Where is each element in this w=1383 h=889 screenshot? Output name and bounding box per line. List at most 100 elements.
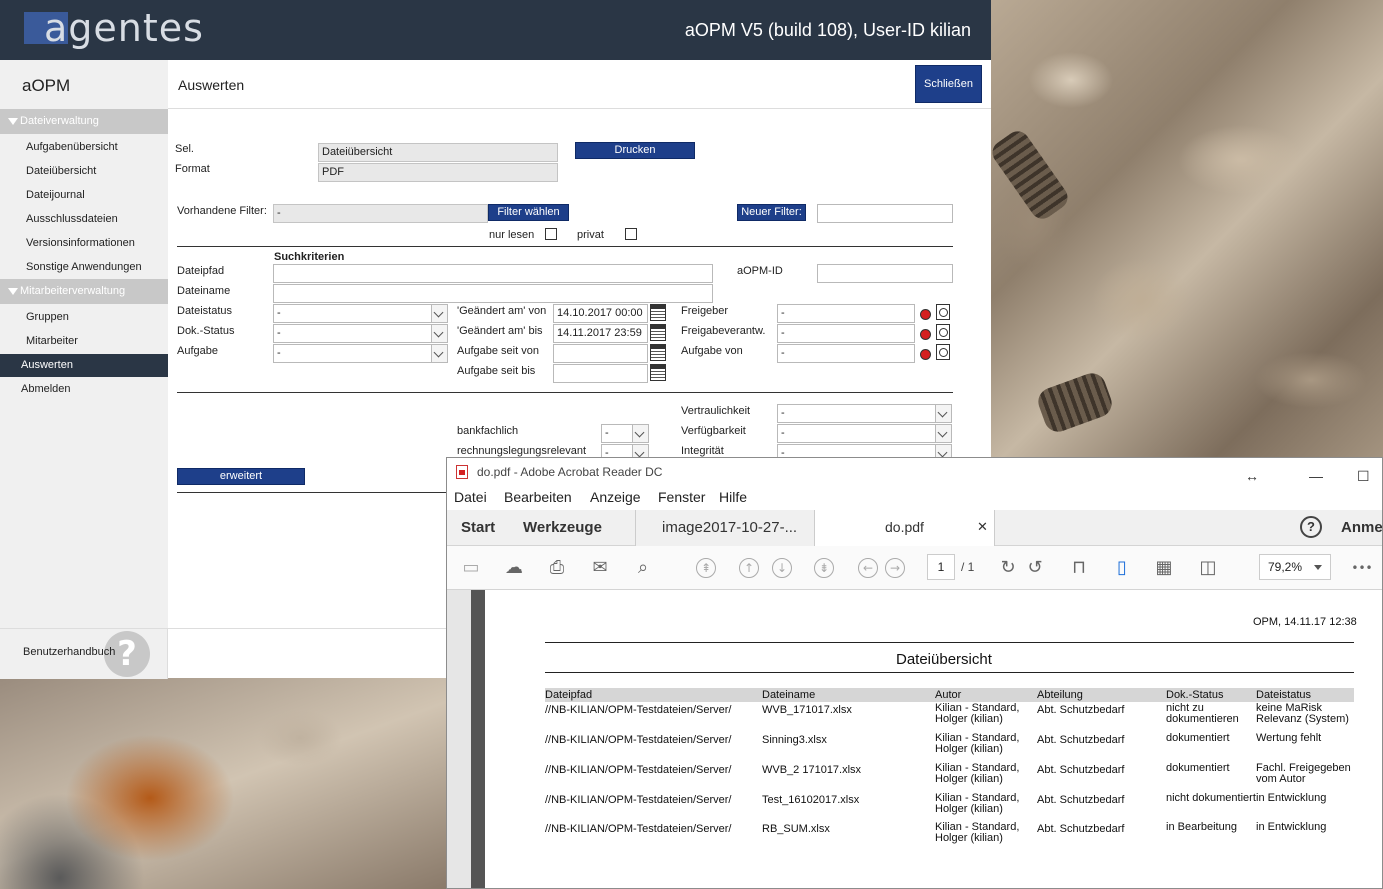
eraser-icon[interactable] <box>919 326 931 340</box>
next-page-icon[interactable]: ↓ <box>772 558 792 578</box>
table-cell-name: RB_SUM.xlsx <box>762 823 830 835</box>
task-since-to-input[interactable] <box>553 364 648 383</box>
calendar-icon[interactable] <box>650 304 666 321</box>
background-photo-bottom <box>0 678 446 889</box>
task-select[interactable]: - <box>273 344 448 363</box>
banking-label: bankfachlich <box>457 425 519 437</box>
fit-width-icon[interactable]: ⊓ <box>1068 557 1090 579</box>
last-page-icon[interactable]: ⇟ <box>814 558 834 578</box>
readonly-checkbox[interactable] <box>545 228 557 240</box>
rotate-cw-icon[interactable]: ↻ <box>997 557 1019 579</box>
sidebar-item-ausschlussdateien[interactable]: Ausschlussdateien <box>26 209 118 229</box>
menu-bearbeiten[interactable]: Bearbeiten <box>504 489 572 505</box>
filter-choose-button[interactable]: Filter wählen <box>488 204 569 221</box>
table-cell-path: //NB-KILIAN/OPM-Testdateien/Server/ <box>545 764 732 776</box>
table-cell-dept: Abt. Schutzbedarf <box>1037 734 1125 746</box>
two-page-icon[interactable]: ▦ <box>1153 557 1175 579</box>
sidebar-item-aufgabenuebersicht[interactable]: Aufgabenübersicht <box>26 137 118 157</box>
prev-page-icon[interactable]: ↑ <box>739 558 759 578</box>
page-number-input[interactable]: 1 <box>927 554 955 580</box>
task-from-input[interactable]: - <box>777 344 915 363</box>
approver-label: Freigeber <box>681 305 729 317</box>
menu-anzeige[interactable]: Anzeige <box>590 489 641 505</box>
tab-image[interactable]: image2017-10-27-... <box>635 510 815 546</box>
extended-button[interactable]: erweitert <box>177 468 305 485</box>
sidebar-item-versionsinformationen[interactable]: Versionsinformationen <box>26 233 135 253</box>
changed-to-input[interactable]: 14.11.2017 23:59 <box>553 324 648 343</box>
table-cell-dept: Abt. Schutzbedarf <box>1037 823 1125 835</box>
calendar-icon[interactable] <box>650 364 666 381</box>
back-icon[interactable]: ← <box>858 558 878 578</box>
filename-input[interactable] <box>273 284 713 303</box>
close-button[interactable]: Schließen <box>915 65 982 103</box>
print-icon[interactable]: ⎙ <box>546 557 568 579</box>
forward-icon[interactable]: → <box>885 558 905 578</box>
search-icon[interactable] <box>936 304 950 320</box>
private-checkbox[interactable] <box>625 228 637 240</box>
approver-input[interactable]: - <box>777 304 915 323</box>
menu-hilfe[interactable]: Hilfe <box>719 489 747 505</box>
help-icon[interactable]: ? <box>1300 516 1322 538</box>
task-label: Aufgabe <box>177 345 218 357</box>
help-link[interactable]: Benutzerhandbuch <box>23 646 115 658</box>
menu-datei[interactable]: Datei <box>454 489 487 505</box>
calendar-icon[interactable] <box>650 344 666 361</box>
search-icon[interactable]: ⌕ <box>632 557 654 579</box>
email-icon[interactable]: ✉ <box>589 557 611 579</box>
calendar-icon[interactable] <box>650 324 666 341</box>
upload-icon[interactable]: ☁ <box>503 557 525 579</box>
aopm-id-input[interactable] <box>817 264 953 283</box>
search-icon[interactable] <box>936 344 950 360</box>
table-cell-dok1: dokumentiert <box>1166 732 1230 744</box>
close-tab-icon[interactable]: ✕ <box>977 519 988 535</box>
help-bar: ? Benutzerhandbuch <box>0 628 446 679</box>
filepath-input[interactable] <box>273 264 713 283</box>
more-icon[interactable]: ••• <box>1351 557 1373 579</box>
tab-start[interactable]: Start <box>461 519 495 536</box>
login-link[interactable]: Anme <box>1341 519 1382 536</box>
approver-resp-input[interactable]: - <box>777 324 915 343</box>
chevron-down-icon <box>431 325 447 342</box>
integrity-label: Integrität <box>681 445 724 457</box>
confidentiality-select[interactable]: - <box>777 404 952 423</box>
sidebar-item-dateijournal[interactable]: Dateijournal <box>26 185 85 205</box>
menu-fenster[interactable]: Fenster <box>658 489 705 505</box>
tab-tools[interactable]: Werkzeuge <box>523 519 602 536</box>
single-page-icon[interactable]: ▯ <box>1111 557 1133 579</box>
sidebar-item-sonstige-anwendungen[interactable]: Sonstige Anwendungen <box>26 257 142 277</box>
sidebar-item-mitarbeiter[interactable]: Mitarbeiter <box>26 331 78 351</box>
dokstatus-select[interactable]: - <box>273 324 448 343</box>
task-since-from-input[interactable] <box>553 344 648 363</box>
eraser-icon[interactable] <box>919 306 931 320</box>
new-filter-input[interactable] <box>817 204 953 223</box>
eraser-icon[interactable] <box>919 346 931 360</box>
private-label: privat <box>577 229 604 241</box>
changed-from-input[interactable]: 14.10.2017 00:00 <box>553 304 648 323</box>
print-button[interactable]: Drucken <box>575 142 695 159</box>
pdf-page: OPM, 14.11.17 12:38 Dateiübersicht Datei… <box>485 590 1382 888</box>
filestatus-select[interactable]: - <box>273 304 448 323</box>
search-icon[interactable] <box>936 324 950 340</box>
scroll-mode-icon[interactable]: ◫ <box>1197 557 1219 579</box>
sidebar-section-mitarbeiterverwaltung[interactable]: Mitarbeiterverwaltung <box>0 279 168 304</box>
rotate-ccw-icon[interactable]: ↺ <box>1024 557 1046 579</box>
sidebar-item-gruppen[interactable]: Gruppen <box>26 307 69 327</box>
sidebar-item-auswerten[interactable]: Auswerten <box>0 354 168 377</box>
first-page-icon[interactable]: ⇞ <box>696 558 716 578</box>
filename-label: Dateiname <box>177 285 231 297</box>
sidebar-item-dateiuebersicht[interactable]: Dateiübersicht <box>26 161 96 181</box>
save-icon[interactable]: ▭ <box>460 557 482 579</box>
format-field[interactable]: PDF <box>318 163 558 182</box>
zoom-select[interactable]: 79,2% <box>1259 554 1331 580</box>
task-since-to-label: Aufgabe seit bis <box>457 365 536 377</box>
availability-select[interactable]: - <box>777 424 952 443</box>
sel-field[interactable]: Dateiübersicht <box>318 143 558 162</box>
filter-field[interactable]: - <box>273 204 488 223</box>
tab-do-pdf[interactable]: do.pdf ✕ <box>815 510 995 546</box>
sidebar-item-abmelden[interactable]: Abmelden <box>0 378 168 401</box>
banking-select[interactable]: - <box>601 424 649 443</box>
pdf-icon <box>456 465 468 479</box>
sidebar-section-dateiverwaltung[interactable]: Dateiverwaltung <box>0 109 168 134</box>
new-filter-button[interactable]: Neuer Filter: <box>737 204 806 221</box>
sidebar-app-name: aOPM <box>22 76 71 95</box>
